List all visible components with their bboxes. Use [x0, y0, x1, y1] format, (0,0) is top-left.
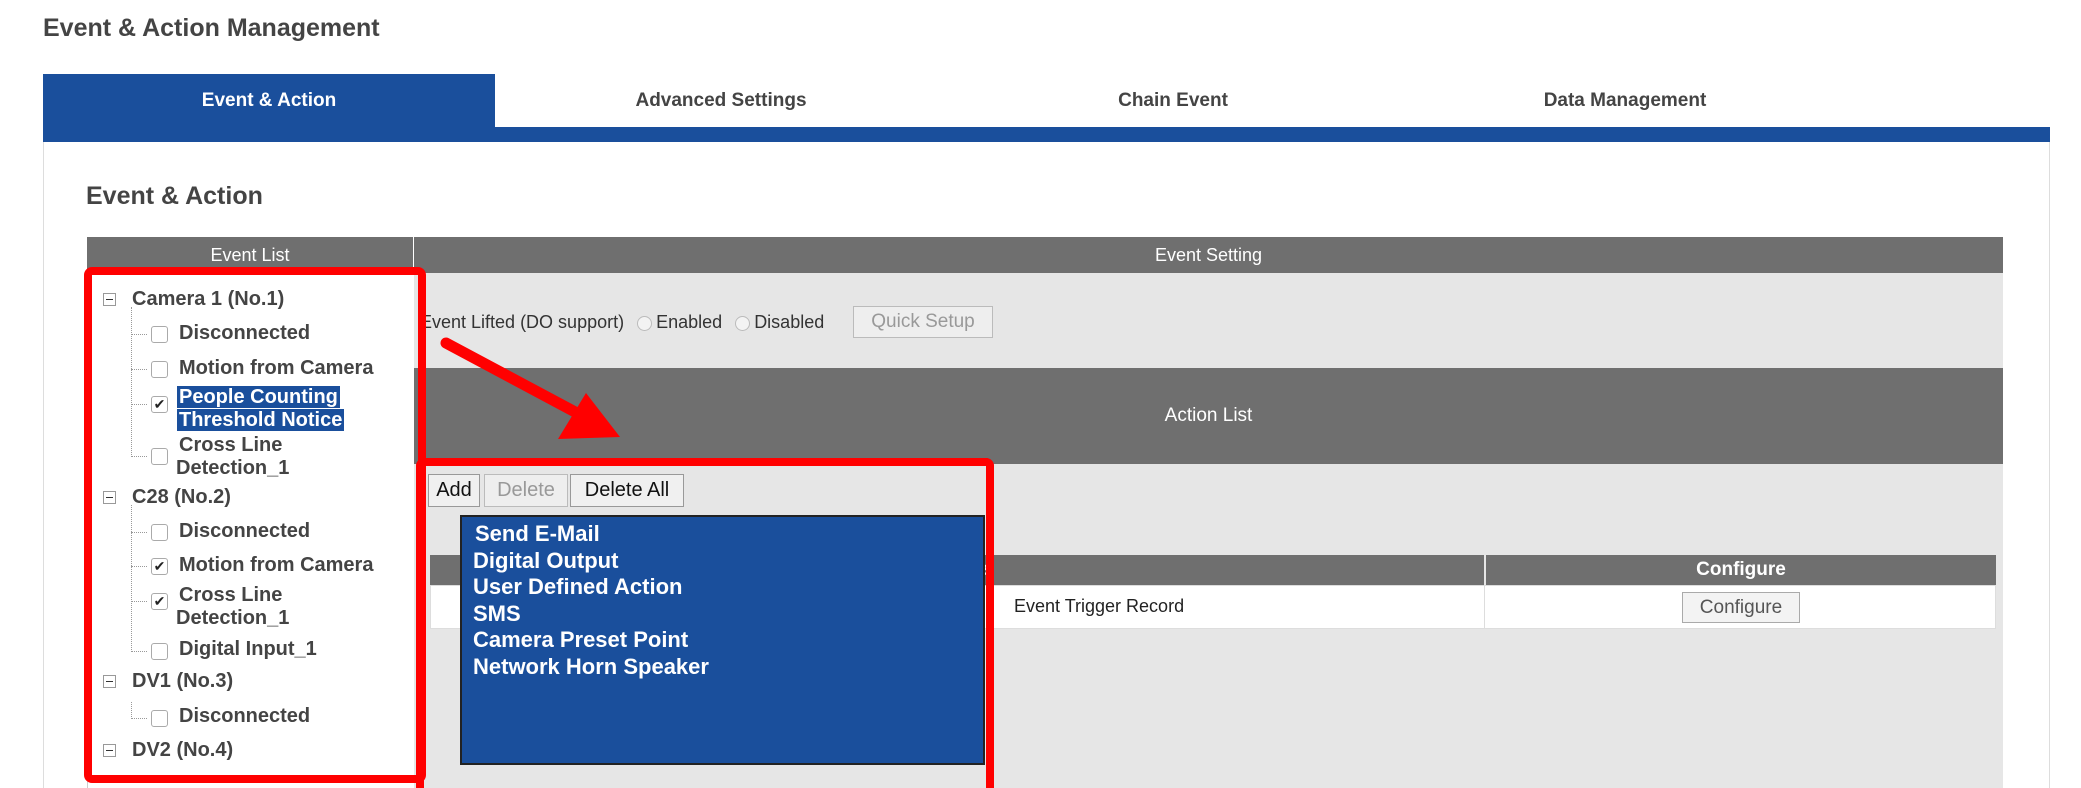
- event-lifted-setting: Event Lifted (DO support) Enabled Disabl…: [420, 312, 824, 333]
- enabled-radio[interactable]: [637, 315, 653, 331]
- disabled-radio[interactable]: [735, 315, 751, 331]
- action-list-header: Action List: [414, 368, 2003, 464]
- quick-setup-button[interactable]: Quick Setup: [853, 306, 993, 338]
- column-divider: [1484, 585, 1485, 629]
- section-title: Event & Action: [86, 182, 263, 210]
- event-lifted-label: Event Lifted (DO support): [420, 312, 625, 332]
- tab-advanced-settings[interactable]: Advanced Settings: [495, 74, 947, 127]
- configure-column-header: Configure: [1486, 555, 1996, 585]
- tab-event-action[interactable]: Event & Action: [43, 74, 495, 127]
- enabled-label: Enabled: [656, 312, 723, 332]
- tab-bar: Event & Action Advanced Settings Chain E…: [43, 74, 2050, 127]
- tab-chain-event[interactable]: Chain Event: [947, 74, 1399, 127]
- page-title: Event & Action Management: [43, 14, 380, 42]
- highlight-arrow-icon: [440, 337, 620, 439]
- tab-data-management[interactable]: Data Management: [1399, 74, 1851, 127]
- tab-underline: [43, 127, 2050, 142]
- event-setting-header: Event Setting: [414, 237, 2003, 273]
- highlight-box-event-list: [84, 267, 426, 783]
- configure-button[interactable]: Configure: [1682, 592, 1800, 623]
- disabled-label: Disabled: [754, 312, 825, 332]
- options-cell: Event Trigger Record: [1014, 596, 1185, 616]
- highlight-box-action-list: [416, 458, 994, 788]
